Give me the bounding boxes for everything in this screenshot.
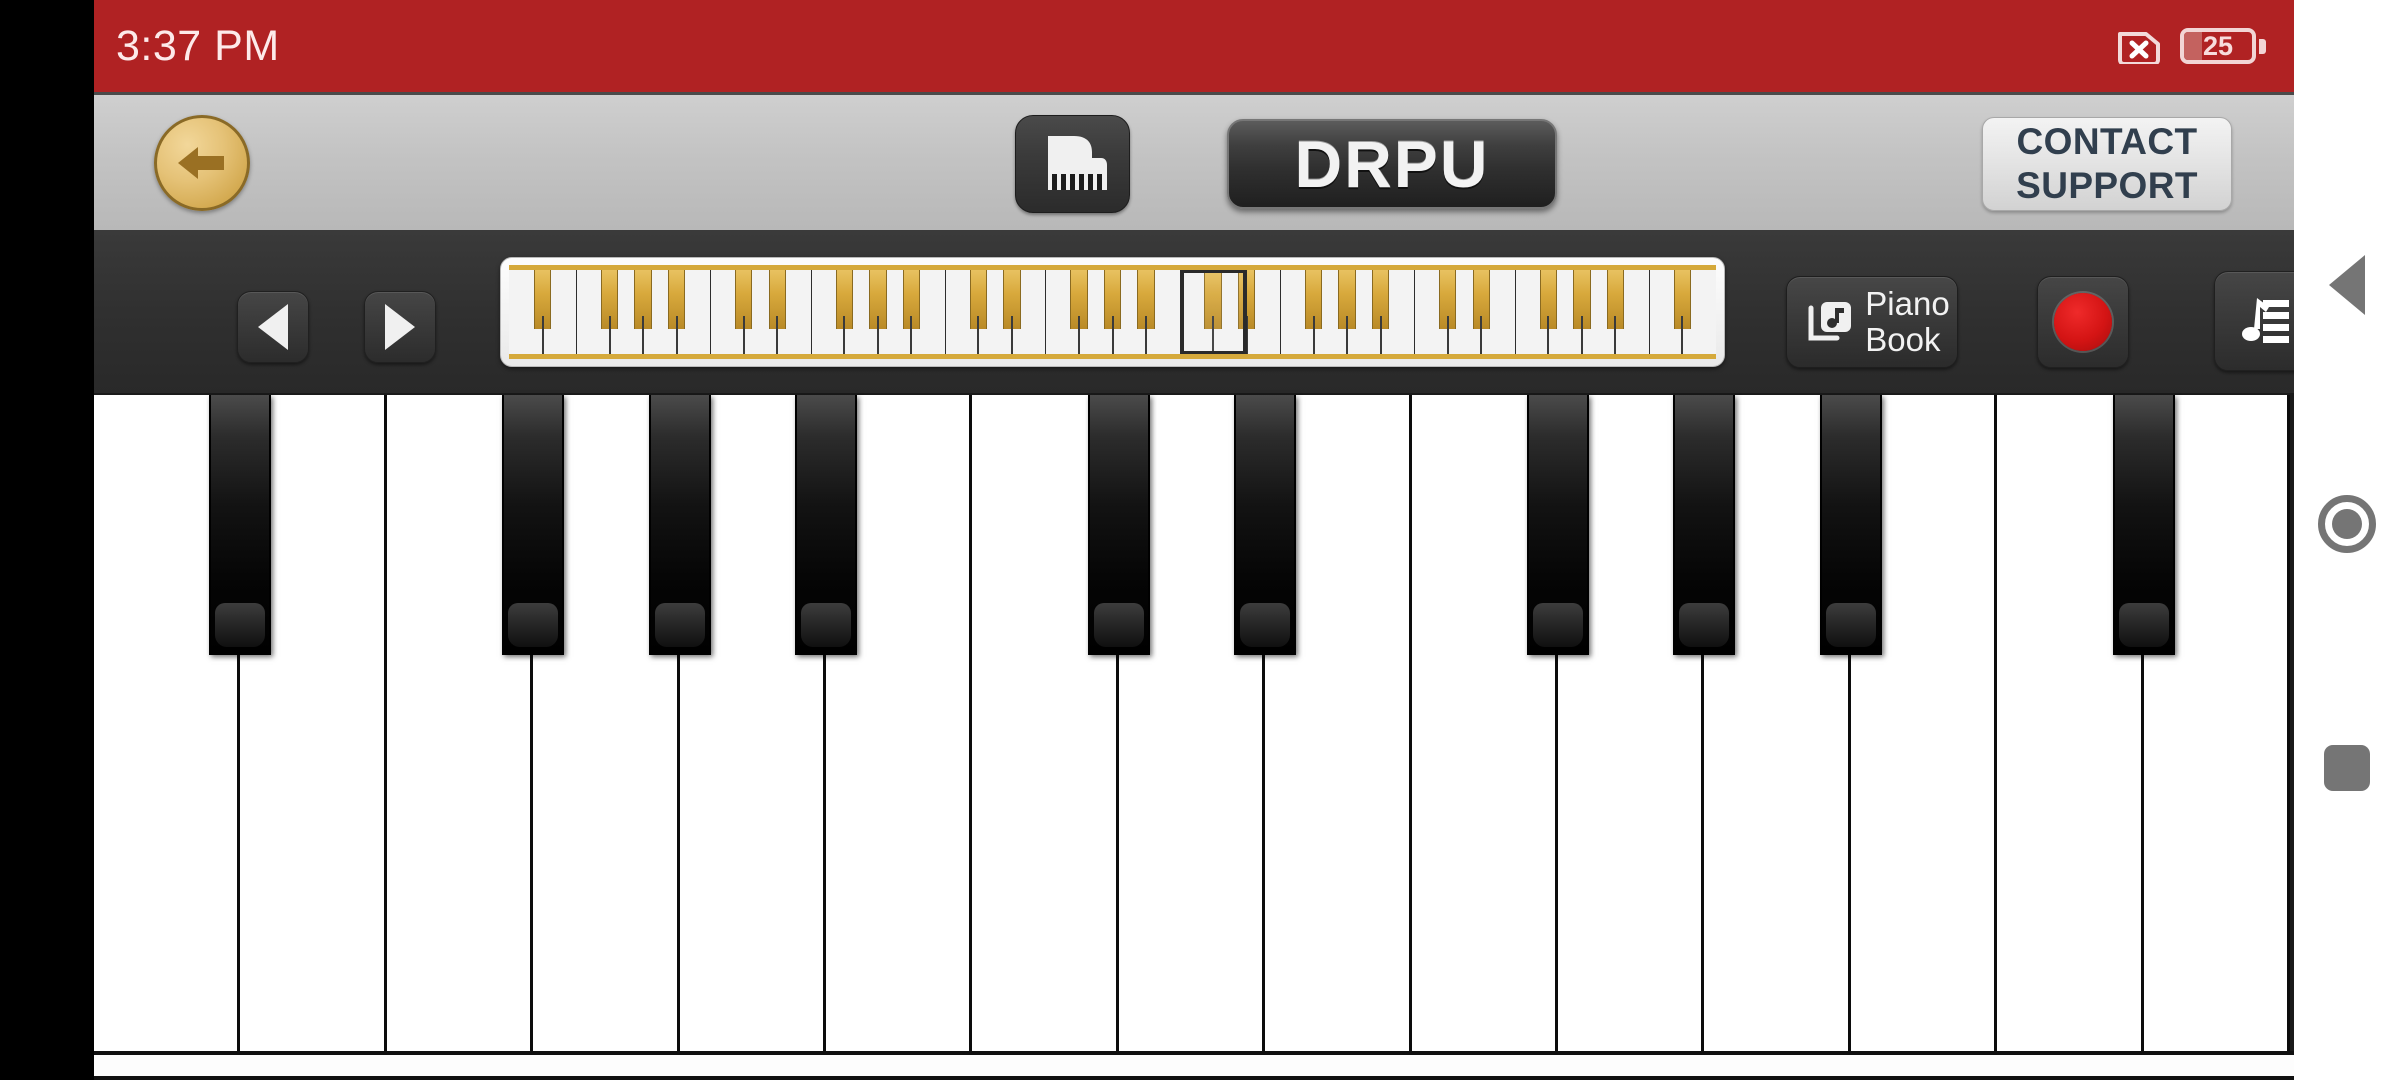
overview-key-stem [910, 316, 913, 354]
black-key[interactable] [1234, 395, 1297, 655]
overview-white-divider [1414, 270, 1416, 354]
overview-key-stem [1614, 316, 1617, 354]
battery-level: 25 [2202, 30, 2234, 61]
overview-white-divider [1514, 270, 1516, 354]
black-key[interactable] [502, 395, 565, 655]
brand-title: DRPU [1294, 127, 1490, 201]
keyboard-footer-line [94, 1076, 2294, 1080]
overview-key-stem [1379, 316, 1382, 354]
overview-key-stem [608, 316, 611, 354]
sheet-music-button[interactable] [2214, 271, 2294, 371]
phone-viewport: 3:37 PM 25 DRPU CONTACT SUPPORT Piano Bo… [94, 0, 2294, 1080]
back-arrow-icon [178, 147, 224, 179]
overview-white-divider [576, 270, 578, 354]
overview-white-divider [1280, 270, 1282, 354]
keyboard-overview-strip[interactable] [500, 257, 1725, 367]
black-key[interactable] [1527, 395, 1589, 655]
piano-book-line1: Piano [1865, 284, 1950, 322]
black-key[interactable] [2112, 395, 2175, 655]
overview-key-stem [1145, 316, 1148, 354]
overview-white-divider [1045, 270, 1047, 354]
nav-back-triangle-icon [2329, 255, 2365, 315]
status-time: 3:37 PM [116, 21, 280, 70]
grand-piano-icon [1015, 115, 1130, 213]
overview-key-stem [1245, 316, 1248, 354]
no-sim-icon [2116, 28, 2162, 64]
nav-recents-button[interactable] [2324, 745, 2370, 791]
status-icons: 25 [2116, 28, 2266, 64]
overview-key-stem [1547, 316, 1550, 354]
left-black-band [0, 0, 94, 1080]
contact-support-line2: SUPPORT [2016, 165, 2198, 206]
android-nav-bar [2294, 0, 2400, 1080]
black-key[interactable] [648, 395, 711, 655]
piano-keyboard[interactable] [94, 393, 2294, 1055]
nav-home-circle-icon [2318, 495, 2376, 553]
overview-white-divider [1179, 270, 1181, 354]
previous-octave-button[interactable] [237, 291, 309, 363]
overview-key-stem [843, 316, 846, 354]
record-button[interactable] [2037, 276, 2129, 368]
overview-key-stem [876, 316, 879, 354]
screen-root: 3:37 PM 25 DRPU CONTACT SUPPORT Piano Bo… [0, 0, 2400, 1080]
triangle-left-icon [258, 304, 288, 350]
black-key[interactable] [1087, 395, 1150, 655]
overview-key-stem [1346, 316, 1349, 354]
battery-icon: 25 [2180, 28, 2266, 64]
contact-support-button[interactable]: CONTACT SUPPORT [1982, 117, 2232, 211]
overview-key-stem [675, 316, 678, 354]
black-key[interactable] [795, 395, 857, 655]
overview-key-stem [1077, 316, 1080, 354]
black-key[interactable] [209, 395, 272, 655]
overview-key-stem [977, 316, 980, 354]
overview-white-divider [1648, 270, 1650, 354]
music-book-icon [1808, 302, 1852, 341]
overview-key-stem [742, 316, 745, 354]
nav-back-button[interactable] [2329, 255, 2365, 315]
overview-key-stem [1010, 316, 1013, 354]
overview-key-stem [541, 316, 544, 354]
overview-key-stem [1480, 316, 1483, 354]
overview-key-stem [776, 316, 779, 354]
overview-key-stem [1580, 316, 1583, 354]
overview-key-stem [1681, 316, 1684, 354]
keyboard-overview-keys[interactable] [509, 265, 1716, 359]
nav-home-button[interactable] [2318, 495, 2376, 553]
next-octave-button[interactable] [364, 291, 436, 363]
overview-white-divider [810, 270, 812, 354]
piano-book-label: Piano Book [1865, 284, 1950, 359]
overview-key-stem [1111, 316, 1114, 354]
piano-book-line2: Book [1865, 321, 1941, 358]
nav-recents-square-icon [2324, 745, 2370, 791]
black-key[interactable] [1673, 395, 1736, 655]
piano-book-button[interactable]: Piano Book [1786, 276, 1958, 368]
overview-white-divider [944, 270, 946, 354]
triangle-right-icon [385, 304, 415, 350]
overview-key-stem [1446, 316, 1449, 354]
overview-key-stem [642, 316, 645, 354]
status-bar: 3:37 PM 25 [94, 0, 2294, 92]
brand-plate: DRPU [1227, 119, 1557, 209]
overview-key-stem [1312, 316, 1315, 354]
black-key[interactable] [1819, 395, 1882, 655]
contact-support-line1: CONTACT [2016, 121, 2198, 163]
app-header: DRPU CONTACT SUPPORT [94, 92, 2294, 230]
overview-key-stem [1212, 316, 1215, 354]
sheet-music-icon [2242, 298, 2289, 343]
overview-white-divider [710, 270, 712, 354]
back-button[interactable] [154, 115, 250, 211]
record-circle-icon [2054, 293, 2112, 351]
